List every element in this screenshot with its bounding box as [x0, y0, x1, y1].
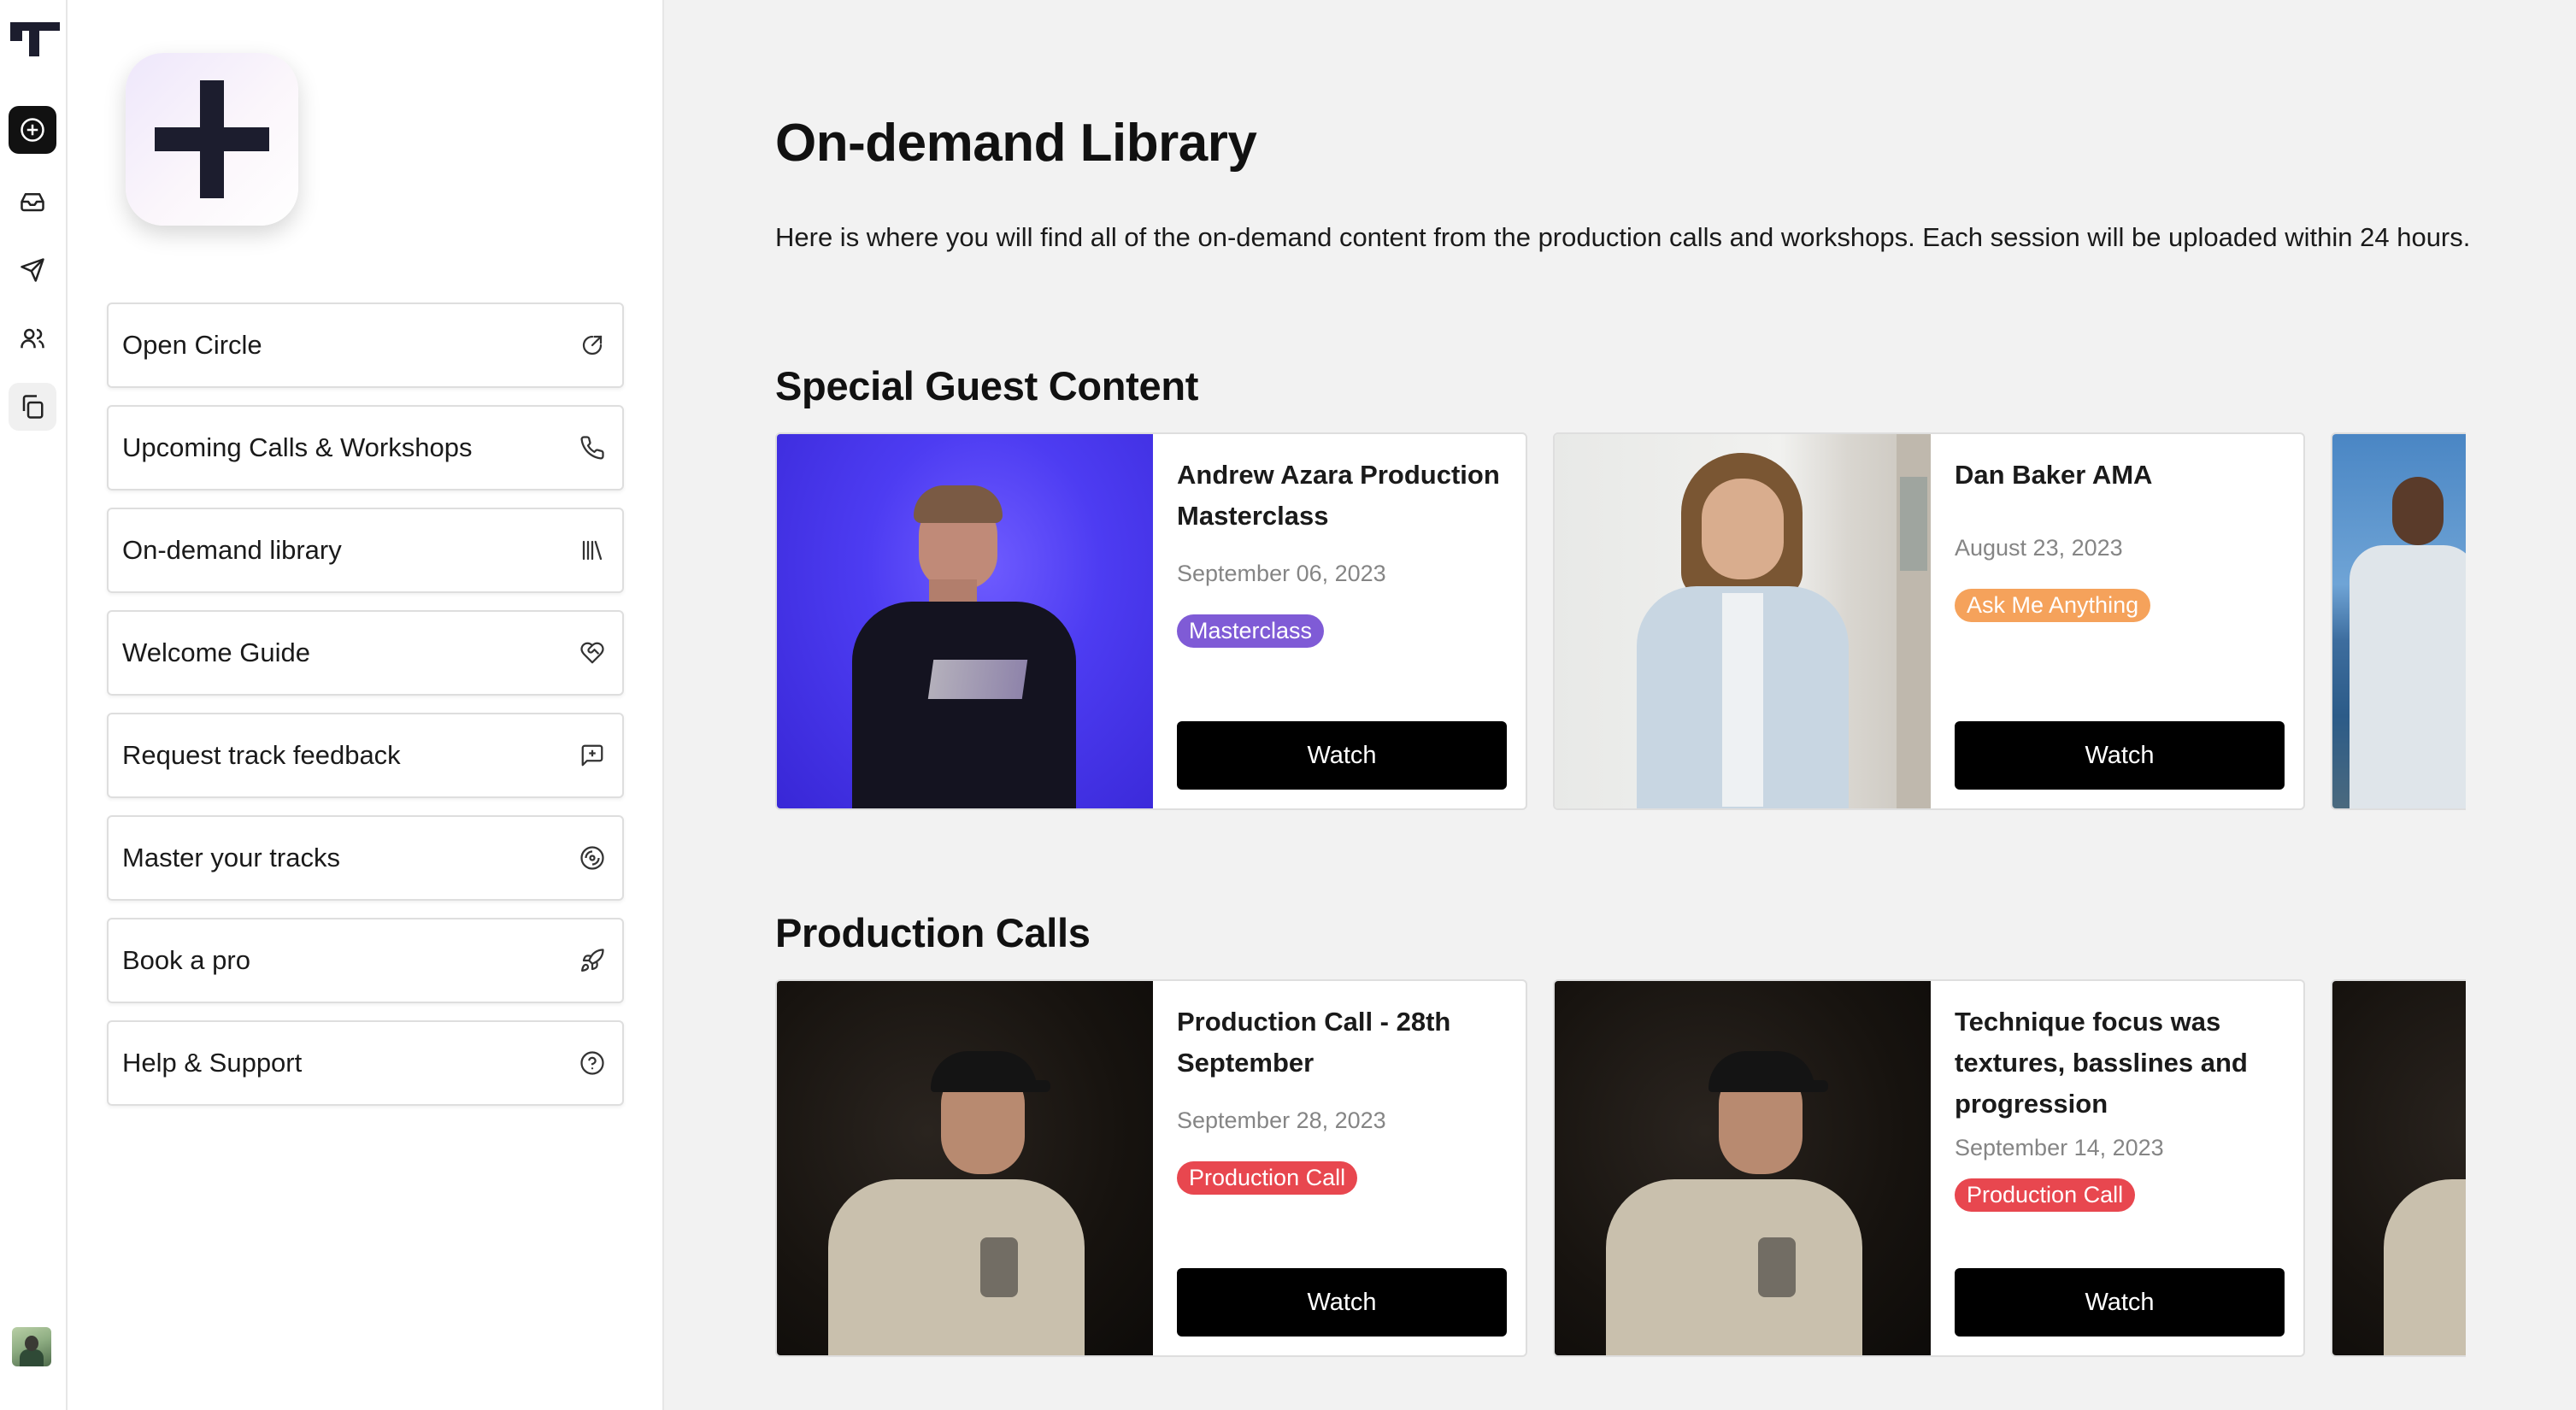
- send-icon: [21, 258, 44, 282]
- page-title: On-demand Library: [775, 114, 1257, 173]
- watch-button[interactable]: Watch: [1177, 721, 1507, 790]
- card-body: Production Call - 28th September Septemb…: [1177, 1002, 1510, 1195]
- plus-circle-icon: [21, 118, 44, 142]
- disc-icon: [578, 843, 607, 872]
- card-title: Dan Baker AMA: [1955, 460, 2153, 490]
- card-row-production-calls[interactable]: Production Call - 28th September Septemb…: [775, 979, 2466, 1359]
- card-date: August 23, 2023: [1955, 535, 2123, 561]
- card-title: Production Call - 28th September: [1177, 1007, 1451, 1078]
- card-thumbnail[interactable]: [2332, 434, 2466, 808]
- category-tag: Ask Me Anything: [1955, 589, 2151, 622]
- sidebar-item-on-demand-library[interactable]: On-demand library: [107, 508, 624, 593]
- card-body: Technique focus was textures, basslines …: [1955, 1002, 2288, 1212]
- section-title-production-calls: Production Calls: [775, 910, 1091, 955]
- watch-button[interactable]: Watch: [1955, 721, 2285, 790]
- brand-logo-icon[interactable]: [10, 19, 60, 60]
- sidebar-item-welcome-guide[interactable]: Welcome Guide: [107, 610, 624, 696]
- users-icon: [21, 328, 44, 349]
- watch-button[interactable]: Watch: [1177, 1268, 1507, 1337]
- card-thumbnail[interactable]: [2332, 981, 2466, 1355]
- icon-rail: [0, 0, 68, 1410]
- sidebar-item-open-circle[interactable]: Open Circle: [107, 303, 624, 388]
- sidebar-item-label: Master your tracks: [122, 843, 340, 872]
- card-body: Dan Baker AMA August 23, 2023 Ask Me Any…: [1955, 455, 2288, 622]
- sidebar-item-label: Help & Support: [122, 1048, 303, 1078]
- card-body: Andrew Azara Production Masterclass Sept…: [1177, 455, 1510, 648]
- card-thumbnail[interactable]: [777, 434, 1153, 808]
- external-link-icon: [578, 331, 607, 360]
- card-row-special-guest[interactable]: Andrew Azara Production Masterclass Sept…: [775, 432, 2466, 812]
- card-date: September 06, 2023: [1177, 561, 1386, 586]
- sidebar-item-label: Welcome Guide: [122, 637, 310, 667]
- rail-send-button[interactable]: [9, 246, 56, 294]
- rocket-icon: [578, 946, 607, 975]
- rail-members-button[interactable]: [9, 314, 56, 362]
- content-card[interactable]: Production Call - 28th September Septemb…: [775, 979, 1527, 1357]
- watch-button[interactable]: Watch: [1955, 1268, 2285, 1337]
- content-card[interactable]: Andrew Azara Production Masterclass Sept…: [775, 432, 1527, 810]
- card-thumbnail[interactable]: [1555, 981, 1931, 1355]
- sidebar-item-master-tracks[interactable]: Master your tracks: [107, 815, 624, 901]
- sidebar-item-label: Upcoming Calls & Workshops: [122, 432, 473, 462]
- phone-icon: [578, 433, 607, 462]
- user-avatar[interactable]: [12, 1327, 51, 1366]
- content-card[interactable]: Technique focus was textures, basslines …: [1553, 979, 2305, 1357]
- card-thumbnail[interactable]: [1555, 434, 1931, 808]
- heart-handshake-icon: [578, 638, 607, 667]
- card-title: Andrew Azara Production Masterclass: [1177, 460, 1500, 531]
- copy-icon: [22, 395, 44, 419]
- rail-inbox-button[interactable]: [9, 178, 56, 226]
- category-tag: Production Call: [1177, 1161, 1358, 1195]
- library-icon: [578, 536, 607, 565]
- sidebar-item-label: Request track feedback: [122, 740, 401, 770]
- sidebar-nav: Open Circle Upcoming Calls & Workshops O…: [107, 303, 624, 1123]
- card-date: September 28, 2023: [1177, 1107, 1386, 1133]
- card-thumbnail[interactable]: [777, 981, 1153, 1355]
- sidebar-item-upcoming-calls[interactable]: Upcoming Calls & Workshops: [107, 405, 624, 491]
- content-card[interactable]: [2331, 432, 2466, 810]
- inbox-icon: [21, 193, 44, 212]
- rail-pages-button[interactable]: [9, 383, 56, 431]
- content-card[interactable]: Dan Baker AMA August 23, 2023 Ask Me Any…: [1553, 432, 2305, 810]
- category-tag: Production Call: [1955, 1178, 2136, 1212]
- message-square-icon: [578, 741, 607, 770]
- sidebar-item-label: On-demand library: [122, 535, 342, 565]
- sidebar-item-label: Open Circle: [122, 330, 262, 360]
- page-description: Here is where you will find all of the o…: [775, 222, 2471, 252]
- sidebar-item-request-feedback[interactable]: Request track feedback: [107, 713, 624, 798]
- help-circle-icon: [578, 1049, 607, 1078]
- sidebar-item-help-support[interactable]: Help & Support: [107, 1020, 624, 1106]
- main-content: On-demand Library Here is where you will…: [664, 0, 2576, 1410]
- card-date: September 14, 2023: [1955, 1135, 2164, 1160]
- space-app-icon: [126, 53, 298, 226]
- card-title: Technique focus was textures, basslines …: [1955, 1007, 2248, 1119]
- category-tag: Masterclass: [1177, 614, 1325, 648]
- section-title-special-guest: Special Guest Content: [775, 363, 1199, 408]
- sidebar: Open Circle Upcoming Calls & Workshops O…: [68, 0, 664, 1410]
- sidebar-item-book-a-pro[interactable]: Book a pro: [107, 918, 624, 1003]
- rail-create-button[interactable]: [9, 106, 56, 154]
- content-card[interactable]: [2331, 979, 2466, 1357]
- sidebar-item-label: Book a pro: [122, 945, 250, 975]
